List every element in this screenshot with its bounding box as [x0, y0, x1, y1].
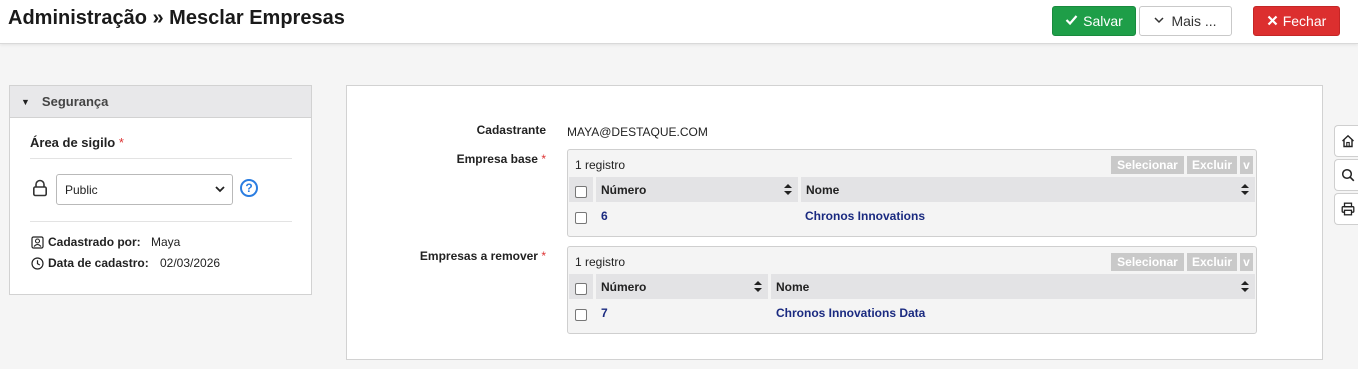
cell-nome[interactable]: Chronos Innovations Data: [776, 306, 925, 320]
grid-header: Número Nome: [569, 274, 1255, 299]
registered-by-row: Cadastrado por: Maya: [31, 235, 180, 249]
secrecy-area-selected: Public: [65, 182, 98, 197]
registered-date-label: Data de cadastro:: [48, 256, 149, 270]
base-company-label-text: Empresa base: [456, 152, 538, 166]
column-header-nome[interactable]: Nome: [771, 274, 1255, 299]
lock-icon: [32, 179, 47, 197]
registrant-value: MAYA@DESTAQUE.COM: [567, 125, 708, 139]
record-count: 1 registro: [575, 158, 626, 172]
clock-icon: [31, 256, 44, 270]
cell-nome[interactable]: Chronos Innovations: [805, 209, 925, 223]
close-button[interactable]: Fechar: [1253, 6, 1340, 36]
print-button[interactable]: [1334, 193, 1358, 225]
home-button[interactable]: [1334, 125, 1358, 157]
page-title: Administração » Mesclar Empresas: [8, 7, 345, 29]
divider: [30, 221, 292, 222]
remove-companies-grid: 1 registro Selecionar Excluir v Número N…: [567, 246, 1257, 334]
column-header-numero-label: Número: [601, 279, 647, 294]
cell-numero[interactable]: 7: [601, 306, 608, 320]
top-bar: Administração » Mesclar Empresas Salvar …: [0, 0, 1358, 44]
select-all-cell: [569, 274, 593, 299]
print-icon: [1341, 202, 1354, 216]
remove-companies-label: Empresas a remover *: [420, 249, 546, 263]
column-header-numero[interactable]: Número: [596, 177, 798, 202]
column-header-numero[interactable]: Número: [596, 274, 768, 299]
remove-companies-label-text: Empresas a remover: [419, 249, 538, 263]
close-icon: [1267, 14, 1278, 29]
save-label: Salvar: [1083, 13, 1123, 29]
grid-menu-button[interactable]: v: [1240, 156, 1253, 174]
required-mark: *: [541, 152, 546, 166]
help-icon[interactable]: ?: [240, 179, 258, 197]
sort-icon: [1241, 184, 1249, 195]
check-icon: [1065, 13, 1078, 29]
secrecy-area-select[interactable]: Public: [56, 174, 233, 205]
registered-by-value: Maya: [151, 235, 181, 249]
save-button[interactable]: Salvar: [1052, 6, 1136, 36]
delete-button[interactable]: Excluir: [1187, 253, 1237, 271]
grid-menu-button[interactable]: v: [1240, 253, 1253, 271]
secrecy-area-label-text: Área de sigilo: [30, 135, 116, 150]
select-button[interactable]: Selecionar: [1111, 253, 1184, 271]
user-badge-icon: [31, 235, 44, 249]
more-button[interactable]: Mais ...: [1139, 6, 1232, 36]
chevron-down-icon: [1154, 16, 1164, 27]
sort-icon: [754, 281, 762, 292]
base-company-label: Empresa base *: [457, 152, 546, 166]
base-company-grid: 1 registro Selecionar Excluir v Número N…: [567, 149, 1257, 237]
column-header-nome[interactable]: Nome: [801, 177, 1255, 202]
registrant-label: Cadastrante: [476, 123, 546, 137]
column-header-nome-label: Nome: [776, 279, 810, 294]
column-header-numero-label: Número: [601, 182, 647, 197]
security-panel: ▼ Segurança Área de sigilo * Public ? Ca…: [9, 85, 312, 295]
chevron-down-icon: [215, 186, 225, 193]
registered-date-row: Data de cadastro: 02/03/2026: [31, 256, 220, 270]
select-button[interactable]: Selecionar: [1111, 156, 1184, 174]
search-icon: [1341, 168, 1354, 182]
secrecy-area-label: Área de sigilo *: [30, 135, 124, 150]
registered-by-label: Cadastrado por:: [48, 235, 141, 249]
home-icon: [1341, 134, 1354, 148]
search-button[interactable]: [1334, 159, 1358, 191]
row-checkbox[interactable]: [575, 309, 587, 321]
sort-icon: [784, 184, 792, 195]
cell-numero[interactable]: 6: [601, 209, 608, 223]
divider: [30, 158, 292, 159]
record-count: 1 registro: [575, 255, 626, 269]
merge-form-panel: Cadastrante MAYA@DESTAQUE.COM Empresa ba…: [346, 85, 1323, 360]
select-all-checkbox[interactable]: [575, 283, 587, 295]
close-label: Fechar: [1282, 13, 1327, 29]
select-all-cell: [569, 177, 593, 202]
collapse-caret-icon: ▼: [21, 96, 30, 107]
column-header-nome-label: Nome: [806, 182, 840, 197]
grid-header: Número Nome: [569, 177, 1255, 202]
required-mark: *: [541, 249, 546, 263]
sort-icon: [1241, 281, 1249, 292]
row-checkbox[interactable]: [575, 212, 587, 224]
registered-date-value: 02/03/2026: [160, 256, 221, 270]
security-section-title: Segurança: [41, 94, 109, 109]
security-section-header[interactable]: ▼ Segurança: [10, 86, 311, 118]
more-label: Mais ...: [1171, 13, 1217, 29]
select-all-checkbox[interactable]: [575, 186, 587, 198]
delete-button[interactable]: Excluir: [1187, 156, 1237, 174]
required-mark: *: [118, 135, 124, 150]
